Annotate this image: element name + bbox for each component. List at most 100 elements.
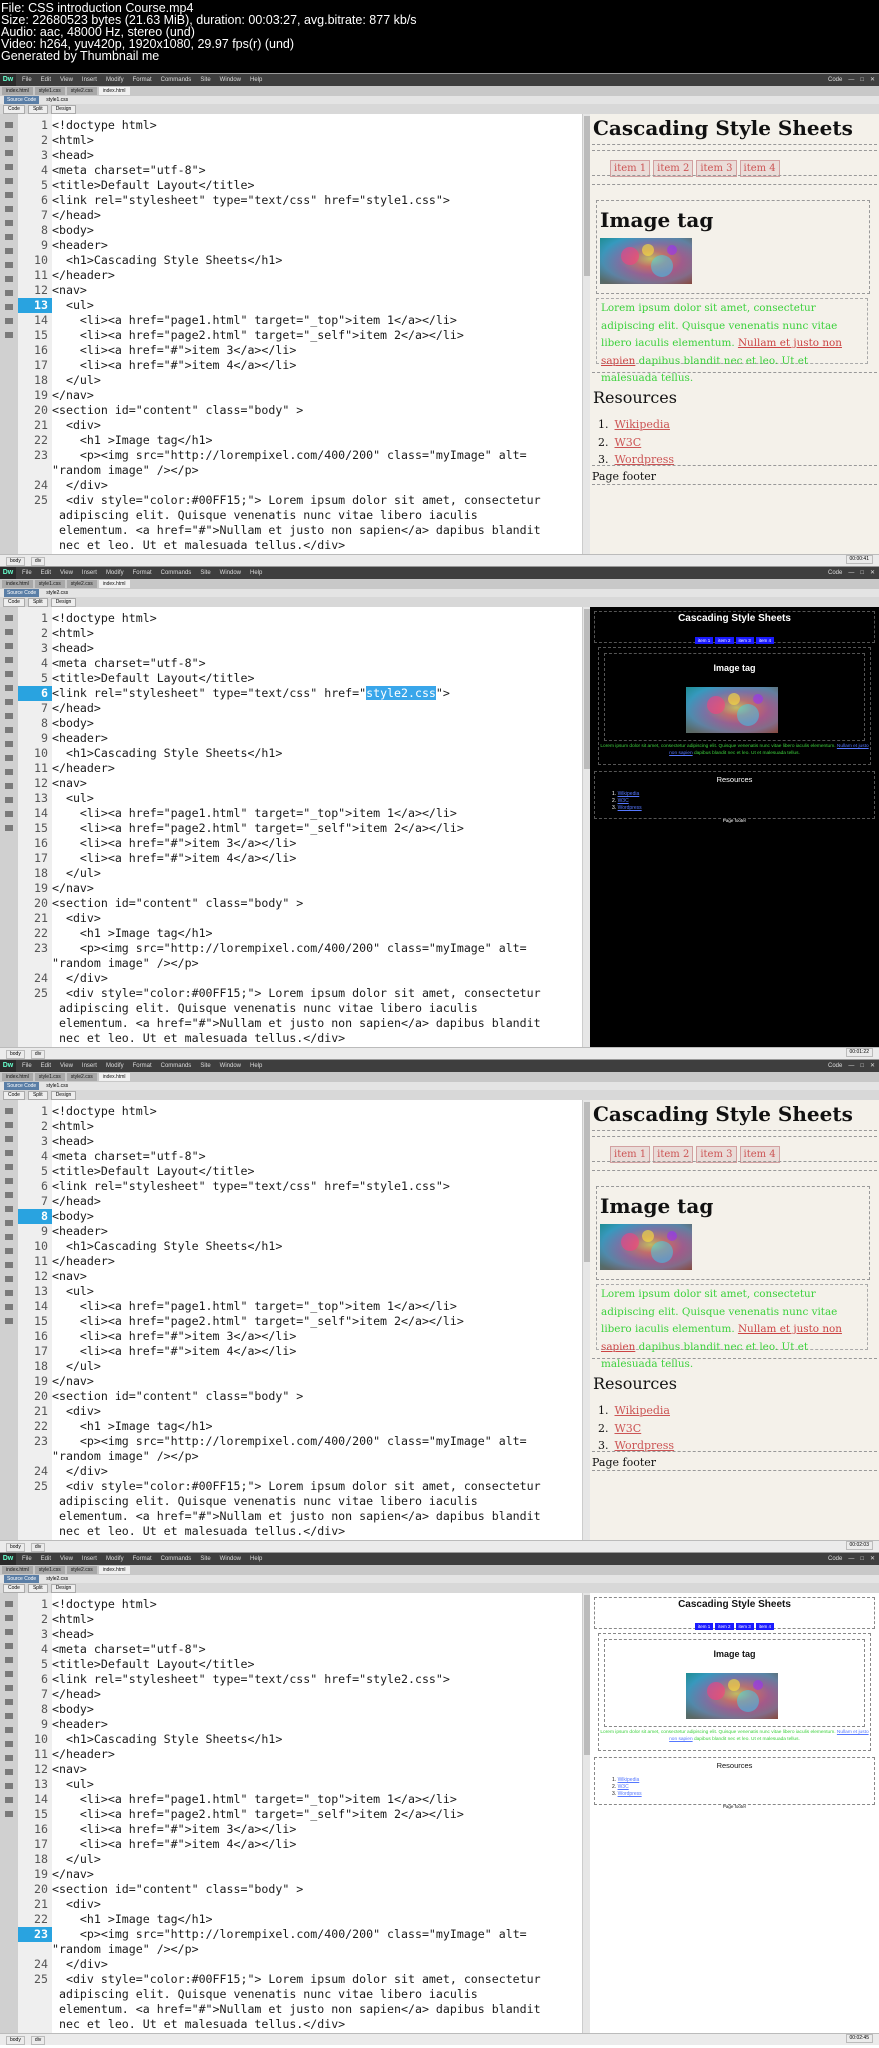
tool-icon[interactable] bbox=[5, 332, 13, 338]
close-icon[interactable]: ✕ bbox=[870, 77, 875, 83]
tool-icon[interactable] bbox=[5, 1122, 13, 1128]
tool-icon[interactable] bbox=[5, 1811, 13, 1817]
document-tab[interactable]: style2.css bbox=[66, 580, 97, 588]
code-line[interactable]: <meta charset="utf-8"> bbox=[52, 656, 206, 671]
code-line[interactable]: <!doctype html> bbox=[52, 1104, 157, 1119]
code-line[interactable]: <section id="content" class="body" > bbox=[52, 896, 303, 911]
code-line[interactable]: </head> bbox=[52, 701, 101, 716]
code-line[interactable]: <h1>Cascading Style Sheets</h1> bbox=[52, 746, 282, 761]
code-line[interactable]: <nav> bbox=[52, 776, 87, 791]
menu-item[interactable]: Window bbox=[220, 1556, 241, 1562]
code-line[interactable]: <li><a href="page1.html" target="_top">i… bbox=[52, 1299, 457, 1314]
tool-icon[interactable] bbox=[5, 783, 13, 789]
menu-item[interactable]: Modify bbox=[106, 1556, 124, 1562]
tool-icon[interactable] bbox=[5, 699, 13, 705]
close-icon[interactable]: ✕ bbox=[870, 570, 875, 576]
code-line[interactable]: <li><a href="page1.html" target="_top">i… bbox=[52, 1792, 457, 1807]
code-line[interactable]: <div> bbox=[52, 418, 101, 433]
tool-icon[interactable] bbox=[5, 1699, 13, 1705]
code-editor[interactable]: <!doctype html> <html> <head> <meta charset… bbox=[52, 114, 582, 554]
tool-icon[interactable] bbox=[5, 1234, 13, 1240]
code-line[interactable]: </ul> bbox=[52, 373, 101, 388]
tool-icon[interactable] bbox=[5, 1262, 13, 1268]
document-tab[interactable]: index.html bbox=[98, 580, 130, 588]
code-line[interactable]: </head> bbox=[52, 1194, 101, 1209]
tool-icon[interactable] bbox=[5, 671, 13, 677]
code-line[interactable]: <title>Default Layout</title> bbox=[52, 671, 254, 686]
view-code-button[interactable]: Code bbox=[3, 598, 25, 607]
tool-icon[interactable] bbox=[5, 164, 13, 170]
tool-icon[interactable] bbox=[5, 727, 13, 733]
view-split-button[interactable]: Split bbox=[27, 1584, 48, 1593]
tag-selector[interactable]: div bbox=[30, 2036, 46, 2045]
code-line[interactable]: <h1>Cascading Style Sheets</h1> bbox=[52, 1239, 282, 1254]
code-line[interactable]: elementum. <a href="#">Nullam et justo n… bbox=[52, 2002, 541, 2017]
menu-item[interactable]: Help bbox=[250, 1063, 262, 1069]
tool-icon[interactable] bbox=[5, 1304, 13, 1310]
code-line[interactable]: <meta charset="utf-8"> bbox=[52, 1642, 206, 1657]
code-line[interactable]: <li><a href="page2.html" target="_self">… bbox=[52, 821, 464, 836]
code-line[interactable]: <header> bbox=[52, 238, 108, 253]
tool-icon[interactable] bbox=[5, 262, 13, 268]
menu-item[interactable]: Modify bbox=[106, 77, 124, 83]
tag-selector[interactable]: body bbox=[6, 1543, 25, 1552]
menu-item[interactable]: Insert bbox=[82, 1556, 97, 1562]
code-line[interactable]: <!doctype html> bbox=[52, 1597, 157, 1612]
code-line[interactable]: <body> bbox=[52, 716, 94, 731]
menu-item[interactable]: Window bbox=[220, 570, 241, 576]
tool-icon[interactable] bbox=[5, 206, 13, 212]
tool-icon[interactable] bbox=[5, 220, 13, 226]
code-line[interactable]: <nav> bbox=[52, 1762, 87, 1777]
tool-icon[interactable] bbox=[5, 178, 13, 184]
code-line[interactable]: "random image" /></p> bbox=[52, 463, 199, 478]
workspace-switcher[interactable]: Code bbox=[828, 77, 842, 83]
code-line[interactable]: "random image" /></p> bbox=[52, 1449, 199, 1464]
resource-link[interactable]: Wordpress bbox=[618, 805, 642, 811]
menu-item[interactable]: Modify bbox=[106, 1063, 124, 1069]
code-line[interactable]: <div> bbox=[52, 1897, 101, 1912]
code-line[interactable]: <ul> bbox=[52, 1284, 94, 1299]
code-line[interactable]: </header> bbox=[52, 1747, 115, 1762]
menu-item[interactable]: File bbox=[22, 1063, 32, 1069]
code-line[interactable]: </header> bbox=[52, 761, 115, 776]
nav-item[interactable]: item 4 bbox=[755, 1623, 775, 1630]
code-line[interactable]: <link rel="stylesheet" type="text/css" h… bbox=[52, 1672, 450, 1687]
code-line[interactable]: </ul> bbox=[52, 1359, 101, 1374]
tool-icon[interactable] bbox=[5, 755, 13, 761]
code-line[interactable]: </nav> bbox=[52, 881, 94, 896]
view-code-button[interactable]: Code bbox=[3, 1091, 25, 1100]
menu-item[interactable]: Format bbox=[133, 1063, 152, 1069]
live-preview[interactable]: Cascading Style Sheets item 1 item 2 item 3… bbox=[590, 1593, 879, 2033]
code-line[interactable]: <title>Default Layout</title> bbox=[52, 1657, 254, 1672]
code-line[interactable]: <html> bbox=[52, 133, 94, 148]
code-line[interactable]: </nav> bbox=[52, 1374, 94, 1389]
code-line[interactable]: <body> bbox=[52, 1209, 94, 1224]
menu-item[interactable]: Format bbox=[133, 77, 152, 83]
related-file-tab[interactable]: style1.css bbox=[43, 96, 71, 104]
menu-item[interactable]: Site bbox=[200, 1063, 210, 1069]
code-line[interactable]: <h1>Cascading Style Sheets</h1> bbox=[52, 1732, 282, 1747]
code-line[interactable]: <!doctype html> bbox=[52, 118, 157, 133]
code-line[interactable]: </div> bbox=[52, 1464, 108, 1479]
tool-icon[interactable] bbox=[5, 1629, 13, 1635]
nav-item[interactable]: item 2 bbox=[715, 1623, 734, 1630]
code-line[interactable]: <p><img src="http://lorempixel.com/400/2… bbox=[52, 1927, 527, 1942]
code-line[interactable]: <div style="color:#00FF15;"> Lorem ipsum… bbox=[52, 1479, 541, 1494]
code-line[interactable]: <li><a href="page2.html" target="_self">… bbox=[52, 1807, 464, 1822]
resource-link[interactable]: Wikipedia bbox=[618, 791, 640, 797]
code-line[interactable]: nec et leo. Ut et malesuada tellus.</div… bbox=[52, 538, 345, 553]
code-line[interactable]: nec et leo. Ut et malesuada tellus.</div… bbox=[52, 2017, 345, 2032]
tool-icon[interactable] bbox=[5, 643, 13, 649]
code-line[interactable]: </header> bbox=[52, 268, 115, 283]
document-tab[interactable]: style1.css bbox=[34, 87, 65, 95]
menu-item[interactable]: Format bbox=[133, 570, 152, 576]
view-split-button[interactable]: Split bbox=[27, 1091, 48, 1100]
tool-icon[interactable] bbox=[5, 1150, 13, 1156]
view-code-button[interactable]: Code bbox=[3, 1584, 25, 1593]
code-line[interactable]: </ul> bbox=[52, 1852, 101, 1867]
tag-selector[interactable]: div bbox=[30, 1050, 46, 1059]
workspace-switcher[interactable]: Code bbox=[828, 1063, 842, 1069]
code-line[interactable]: elementum. <a href="#">Nullam et justo n… bbox=[52, 1509, 541, 1524]
code-line[interactable]: <li><a href="#">item 4</a></li> bbox=[52, 1837, 296, 1852]
code-line[interactable]: <section id="content" class="body" > bbox=[52, 1882, 303, 1897]
